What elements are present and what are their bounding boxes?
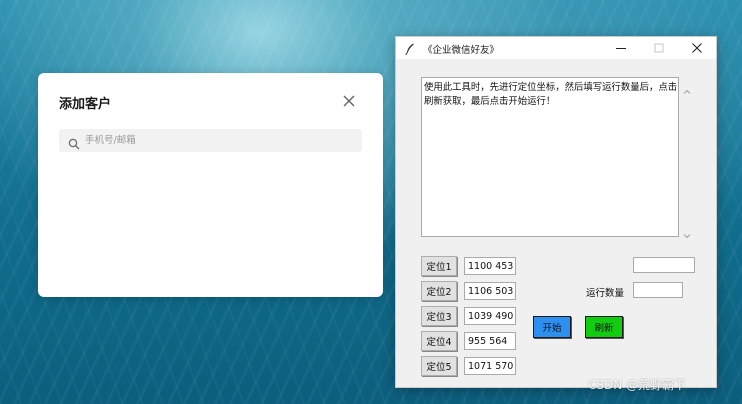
scroll-up-icon[interactable] (683, 81, 691, 94)
locate-3-button[interactable]: 定位3 (421, 306, 457, 326)
start-button[interactable]: 开始 (533, 316, 571, 338)
locate-2-button[interactable]: 定位2 (421, 281, 457, 301)
refresh-button[interactable]: 刷新 (585, 316, 623, 338)
minimize-button[interactable] (602, 37, 640, 59)
add-customer-dialog: 添加客户 (38, 73, 383, 297)
locate-5-button[interactable]: 定位5 (421, 356, 457, 376)
textarea-scrollbar[interactable] (679, 77, 695, 239)
locate-1-field[interactable]: 1100 453 (464, 257, 516, 275)
run-count-label: 运行数量 (586, 288, 625, 299)
title-bar[interactable]: 《企业微信好友》 (396, 37, 716, 59)
search-input[interactable] (85, 130, 345, 151)
instructions-textarea[interactable]: 使用此工具时，先进行定位坐标，然后填写运行数量后，点击刷新获取，最后点击开始运行… (421, 77, 679, 237)
locate-4-button[interactable]: 定位4 (421, 331, 457, 351)
window-title: 《企业微信好友》 (423, 45, 500, 56)
locate-2-field[interactable]: 1106 503 (464, 282, 516, 300)
tool-window: 《企业微信好友》 使用此工具时，先进行定位坐标，然后填写运行数量后，点击刷新获取… (395, 36, 717, 388)
locate-5-field[interactable]: 1071 570 (464, 357, 516, 375)
scroll-down-icon[interactable] (683, 225, 691, 239)
search-icon (68, 135, 80, 149)
close-icon[interactable] (341, 93, 357, 109)
close-icon (692, 43, 702, 53)
watermark: CSDN @荒野霸下 (588, 378, 687, 392)
feather-icon (403, 41, 417, 56)
minimize-icon (616, 48, 626, 49)
instructions-text: 使用此工具时，先进行定位坐标，然后填写运行数量后，点击刷新获取，最后点击开始运行… (424, 82, 678, 107)
run-count-field[interactable] (633, 282, 683, 298)
top-right-field[interactable] (633, 257, 695, 273)
locate-3-field[interactable]: 1039 490 (464, 307, 516, 325)
maximize-icon (654, 43, 664, 53)
maximize-button[interactable] (640, 37, 678, 59)
locate-4-field[interactable]: 955 564 (464, 332, 516, 350)
locate-1-button[interactable]: 定位1 (421, 256, 457, 276)
window-close-button[interactable] (678, 37, 716, 59)
dialog-title: 添加客户 (59, 97, 112, 112)
search-box (59, 129, 362, 152)
